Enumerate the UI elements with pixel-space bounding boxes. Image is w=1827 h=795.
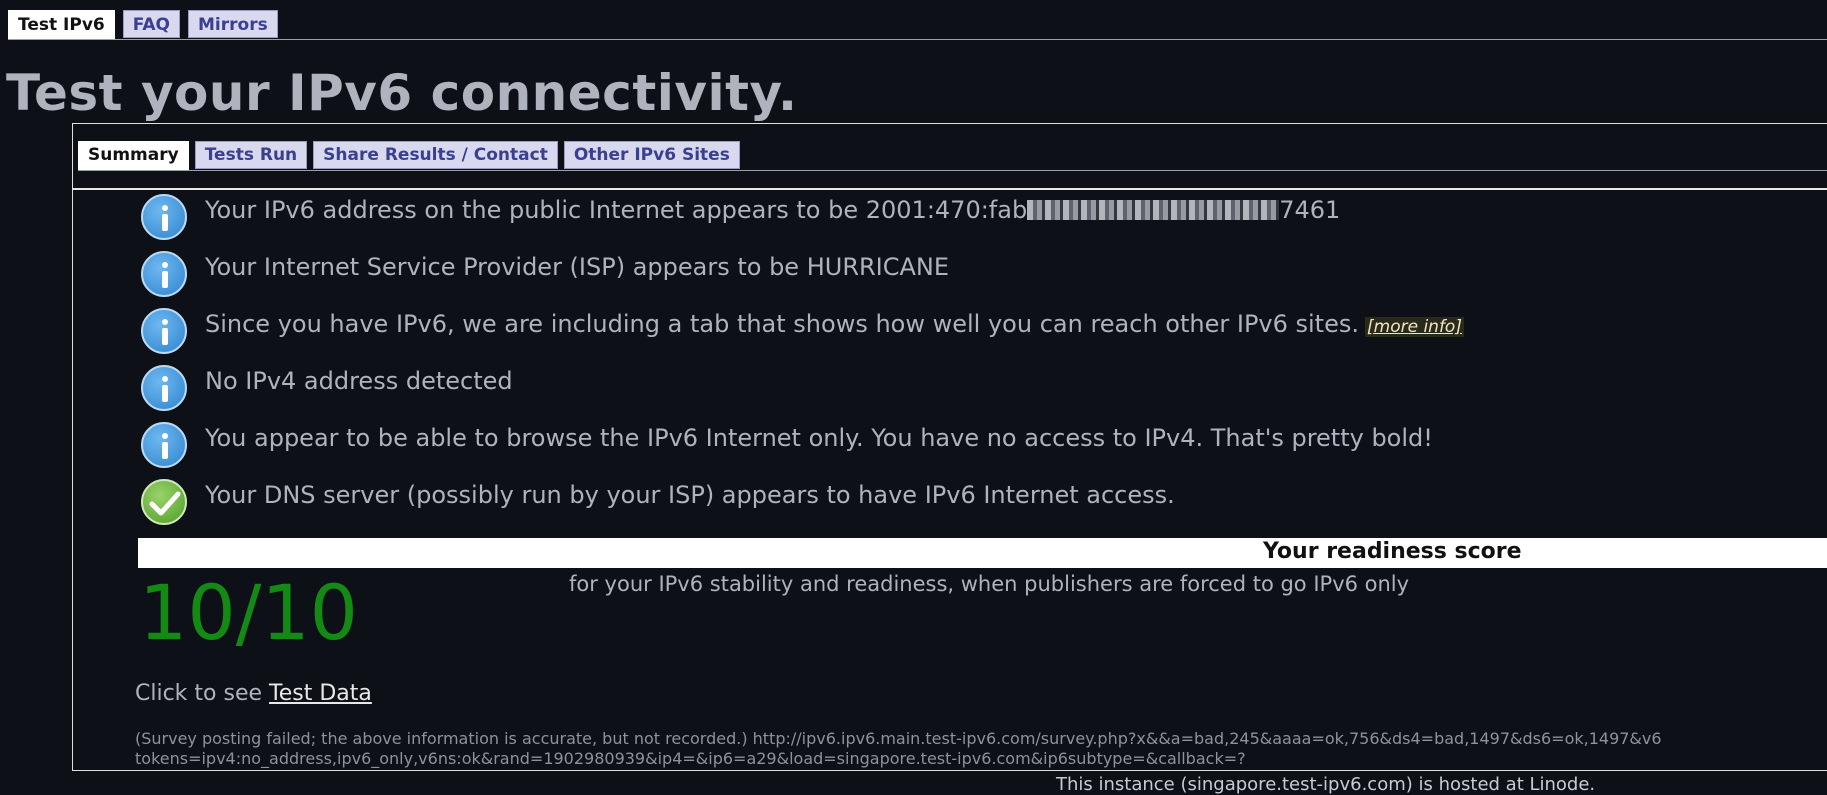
ipv6-address-suffix: 7461 bbox=[1279, 196, 1341, 224]
tab-test-ipv6[interactable]: Test IPv6 bbox=[8, 10, 115, 40]
info-icon bbox=[141, 251, 187, 297]
info-icon bbox=[141, 308, 187, 354]
ipv4-message: No IPv4 address detected bbox=[205, 367, 513, 395]
survey-line-2: tokens=ipv4:no_address,ipv6_only,v6ns:ok… bbox=[135, 749, 1246, 768]
summary-messages: Your IPv6 address on the public Internet… bbox=[141, 194, 1464, 536]
summary-message: Your DNS server (possibly run by your IS… bbox=[141, 479, 1464, 536]
tab-share-results[interactable]: Share Results / Contact bbox=[313, 141, 558, 169]
more-info-link[interactable]: [more info] bbox=[1365, 317, 1464, 337]
ipv6-address-prefix: Your IPv6 address on the public Internet… bbox=[205, 196, 1028, 224]
readiness-score-heading: Your readiness score bbox=[1263, 539, 1522, 564]
tab-other-ipv6-sites[interactable]: Other IPv6 Sites bbox=[563, 141, 740, 169]
top-divider bbox=[8, 39, 1827, 40]
summary-message: You appear to be able to browse the IPv6… bbox=[141, 422, 1464, 479]
summary-message: No IPv4 address detected bbox=[141, 365, 1464, 422]
tab-summary[interactable]: Summary bbox=[78, 141, 189, 171]
info-icon bbox=[141, 365, 187, 411]
readiness-score-header: Your readiness score bbox=[138, 538, 1827, 568]
summary-message: Since you have IPv6, we are including a … bbox=[141, 308, 1464, 365]
ipv6-only-message: You appear to be able to browse the IPv6… bbox=[205, 424, 1433, 452]
info-icon bbox=[141, 422, 187, 468]
test-data-line: Click to see Test Data bbox=[135, 681, 372, 706]
page-title: Test your IPv6 connectivity. bbox=[6, 64, 798, 122]
top-tabs: Test IPv6 FAQ Mirrors bbox=[8, 10, 278, 40]
content-divider bbox=[73, 188, 1827, 190]
tabs-divider bbox=[78, 170, 1827, 171]
readiness-score-value: 10/10 bbox=[139, 568, 359, 657]
summary-message: Your IPv6 address on the public Internet… bbox=[141, 194, 1464, 251]
tab-mirrors[interactable]: Mirrors bbox=[188, 10, 278, 38]
result-tabs: Summary Tests Run Share Results / Contac… bbox=[78, 141, 740, 171]
results-panel: Summary Tests Run Share Results / Contac… bbox=[72, 123, 1827, 771]
redacted-address bbox=[1027, 200, 1280, 220]
isp-message: Your Internet Service Provider (ISP) app… bbox=[205, 253, 950, 281]
hosting-note: This instance (singapore.test-ipv6.com) … bbox=[1056, 774, 1596, 795]
readiness-score-subtitle: for your IPv6 stability and readiness, w… bbox=[569, 572, 1410, 596]
test-data-prefix: Click to see bbox=[135, 681, 270, 706]
survey-line-1: (Survey posting failed; the above inform… bbox=[135, 729, 1662, 748]
info-icon bbox=[141, 194, 187, 240]
tab-faq[interactable]: FAQ bbox=[122, 10, 181, 38]
summary-message: Your Internet Service Provider (ISP) app… bbox=[141, 251, 1464, 308]
test-data-link[interactable]: Test Data bbox=[269, 681, 372, 706]
tab-tests-run[interactable]: Tests Run bbox=[194, 141, 308, 169]
ipv6-tab-message-text: Since you have IPv6, we are including a … bbox=[205, 310, 1359, 338]
survey-status: (Survey posting failed; the above inform… bbox=[135, 729, 1827, 769]
ipv6-tab-message: Since you have IPv6, we are including a … bbox=[205, 310, 1464, 338]
check-icon bbox=[141, 479, 187, 525]
ipv6-address-message: Your IPv6 address on the public Internet… bbox=[205, 196, 1340, 224]
dns-message: Your DNS server (possibly run by your IS… bbox=[205, 481, 1175, 509]
